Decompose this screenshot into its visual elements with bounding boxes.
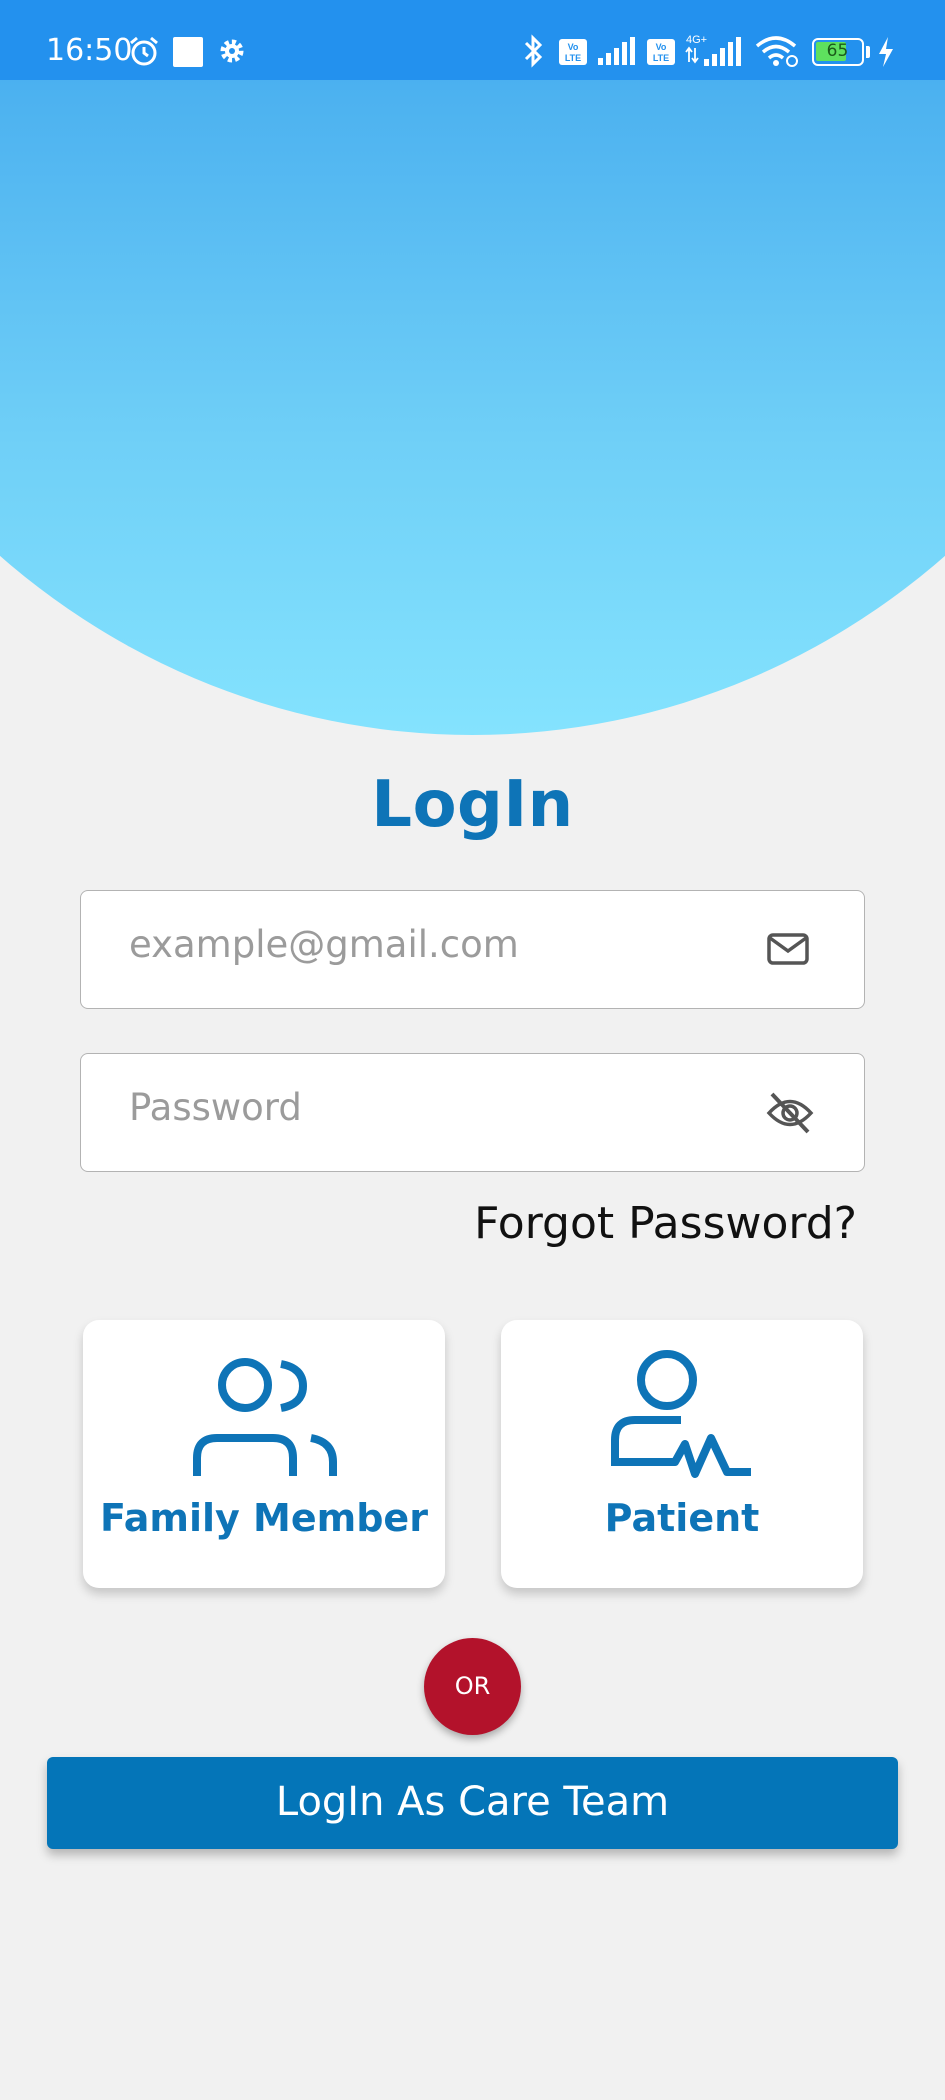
- login-care-team-button[interactable]: LogIn As Care Team: [47, 1757, 898, 1849]
- eye-off-icon[interactable]: [766, 1090, 814, 1136]
- battery-icon: 65: [812, 38, 864, 66]
- battery-cap: [866, 46, 870, 58]
- email-field[interactable]: example@gmail.com: [80, 890, 865, 1009]
- or-divider: OR: [424, 1638, 521, 1735]
- patient-label: Patient: [604, 1496, 760, 1540]
- header-wave: [0, 0, 945, 735]
- family-member-label: Family Member: [100, 1496, 428, 1540]
- svg-text:LTE: LTE: [653, 53, 669, 63]
- volte-icon: Vo LTE: [559, 39, 587, 65]
- square-icon: [173, 37, 203, 67]
- password-field[interactable]: Password: [80, 1053, 865, 1172]
- svg-text:Vo: Vo: [568, 42, 579, 52]
- password-placeholder: Password: [129, 1086, 302, 1129]
- forgot-password-link[interactable]: Forgot Password?: [474, 1198, 857, 1249]
- wifi-icon: [755, 36, 798, 67]
- family-member-card[interactable]: Family Member: [83, 1320, 445, 1588]
- status-bar: 16:50 Vo LTE Vo LTE 4G+ 65: [0, 0, 945, 80]
- email-placeholder: example@gmail.com: [129, 923, 519, 966]
- alarm-icon: [130, 36, 158, 66]
- page-title: LogIn: [371, 768, 574, 842]
- settings-icon: [220, 39, 244, 63]
- mail-icon: [767, 933, 809, 965]
- header-background: [0, 0, 945, 740]
- svg-text:Vo: Vo: [656, 42, 667, 52]
- status-time: 16:50: [46, 33, 133, 68]
- bluetooth-icon: [524, 34, 543, 68]
- svg-text:LTE: LTE: [565, 53, 581, 63]
- 4g-signal-icon: 4G+: [685, 34, 741, 66]
- battery-percent: 65: [826, 41, 849, 61]
- signal-icon: [598, 37, 635, 65]
- volte-icon: Vo LTE: [647, 39, 675, 65]
- charging-icon: [879, 37, 893, 67]
- svg-text:4G+: 4G+: [686, 34, 707, 46]
- users-icon: [193, 1358, 337, 1476]
- patient-heartbeat-icon: [611, 1350, 751, 1478]
- patient-card[interactable]: Patient: [501, 1320, 863, 1588]
